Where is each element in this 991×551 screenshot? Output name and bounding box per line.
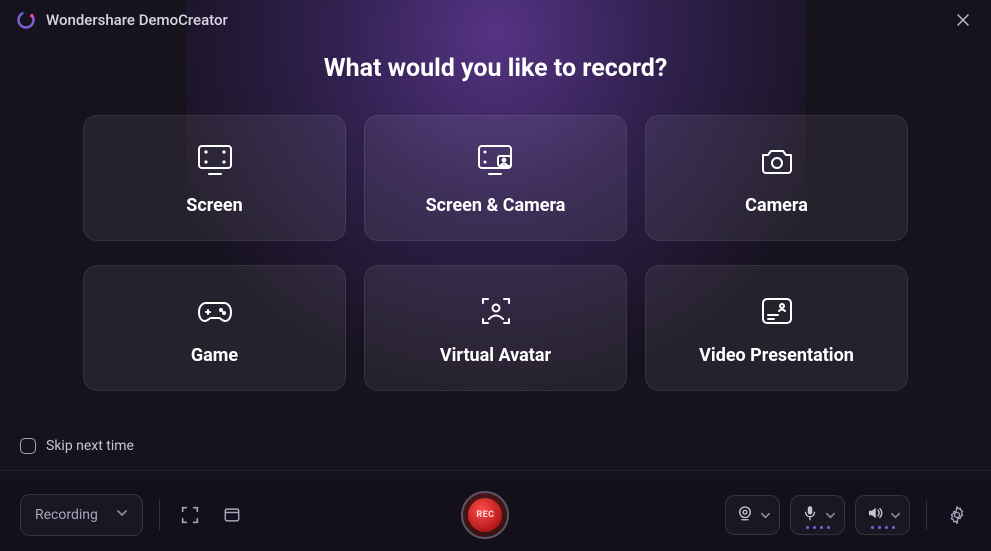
webcam-dropdown[interactable]: [725, 495, 780, 535]
microphone-dropdown[interactable]: [790, 495, 845, 535]
option-label: Camera: [745, 195, 808, 216]
microphone-icon: [801, 504, 819, 526]
record-button[interactable]: REC: [461, 491, 509, 539]
tab-label: Recording: [35, 507, 98, 523]
chevron-down-icon: [760, 506, 771, 525]
screen-icon: [194, 141, 236, 181]
app-name: Wondershare DemoCreator: [46, 11, 228, 29]
option-game[interactable]: Game: [83, 265, 346, 391]
skip-label: Skip next time: [46, 438, 134, 454]
option-screen[interactable]: Screen: [83, 115, 346, 241]
option-label: Screen & Camera: [426, 195, 566, 216]
camera-icon: [756, 141, 798, 181]
skip-next-time: Skip next time: [20, 438, 134, 454]
option-label: Game: [191, 345, 238, 366]
separator: [159, 500, 160, 530]
settings-button[interactable]: [943, 501, 971, 529]
option-label: Video Presentation: [699, 345, 854, 366]
tab-recording[interactable]: Recording: [20, 494, 143, 536]
chevron-down-icon: [825, 506, 836, 525]
record-options-grid: Screen Screen & Camera: [24, 115, 967, 391]
option-label: Screen: [186, 195, 242, 216]
bottom-toolbar: Recording REC: [0, 479, 991, 551]
screen-camera-icon: [474, 141, 518, 181]
titlebar: Wondershare DemoCreator: [0, 0, 991, 40]
skip-checkbox[interactable]: [20, 438, 36, 454]
close-button[interactable]: [951, 8, 975, 32]
option-virtual-avatar[interactable]: Virtual Avatar: [364, 265, 627, 391]
speaker-dropdown[interactable]: [855, 495, 910, 535]
chevron-down-icon: [116, 507, 128, 523]
separator: [926, 500, 927, 530]
presentation-icon: [756, 291, 798, 331]
page-title: What would you like to record?: [24, 54, 967, 83]
game-controller-icon: [193, 291, 237, 331]
app-logo-icon: [16, 10, 36, 30]
window-select-button[interactable]: [218, 501, 246, 529]
crop-region-button[interactable]: [176, 501, 204, 529]
option-video-presentation[interactable]: Video Presentation: [645, 265, 908, 391]
rec-label: REC: [468, 498, 502, 532]
speaker-icon: [866, 504, 884, 526]
option-label: Virtual Avatar: [440, 345, 551, 366]
option-screen-camera[interactable]: Screen & Camera: [364, 115, 627, 241]
chevron-down-icon: [890, 506, 901, 525]
main-content: What would you like to record? Screen: [0, 40, 991, 391]
webcam-icon: [736, 504, 754, 526]
avatar-scan-icon: [475, 291, 517, 331]
option-camera[interactable]: Camera: [645, 115, 908, 241]
divider: [0, 470, 991, 471]
